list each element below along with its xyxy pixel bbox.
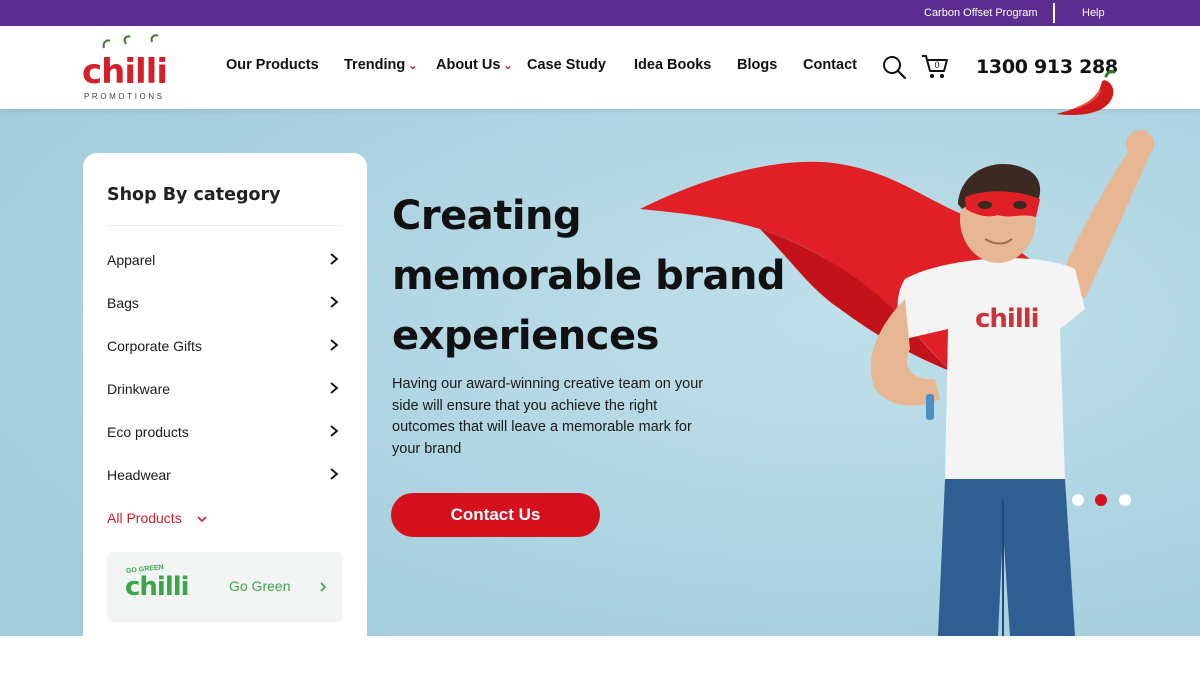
nav-about-us[interactable]: About Us ⌄: [436, 57, 513, 73]
top-utility-bar: Carbon Offset Program Help: [0, 0, 1200, 26]
category-label: Bags: [107, 295, 139, 311]
all-products-toggle[interactable]: All Products: [107, 510, 208, 526]
category-label: Apparel: [107, 252, 156, 268]
sidebar-title: Shop By category: [107, 185, 281, 205]
chevron-right-icon: [320, 582, 327, 592]
category-item-bags[interactable]: Bags: [107, 291, 343, 315]
category-sidebar: Shop By category Apparel Bags Corporate …: [83, 153, 367, 643]
go-green-logo: chilli: [125, 572, 190, 602]
chevron-right-icon: [330, 468, 339, 480]
sidebar-divider: [107, 225, 343, 226]
nav-trending[interactable]: Trending ⌄: [344, 57, 417, 73]
category-label: Corporate Gifts: [107, 338, 202, 354]
search-icon[interactable]: [882, 55, 906, 79]
nav-label: About Us: [436, 57, 501, 73]
category-label: Drinkware: [107, 381, 171, 397]
site-header: chilli PROMOTIONS Our Products Trending ⌄…: [0, 26, 1200, 116]
carousel-dot[interactable]: [1119, 494, 1131, 506]
category-item-apparel[interactable]: Apparel: [107, 248, 343, 272]
chilli-pepper-icon: [1056, 70, 1116, 116]
topbar-divider: [1053, 3, 1055, 23]
chevron-right-icon: [330, 425, 339, 437]
hero-headline-line: memorable brand: [392, 253, 786, 299]
carousel-dot[interactable]: [1072, 494, 1084, 506]
hero-description: Having our award-winning creative team o…: [392, 376, 704, 457]
chevron-right-icon: [330, 296, 339, 308]
contact-us-button[interactable]: Contact Us: [391, 493, 600, 537]
category-item-headwear[interactable]: Headwear: [107, 463, 343, 487]
hero-headline: Creating memorable brand experiences: [392, 186, 812, 366]
chevron-right-icon: [330, 339, 339, 351]
nav-our-products[interactable]: Our Products: [226, 57, 319, 73]
carbon-offset-link[interactable]: Carbon Offset Program: [924, 7, 1038, 19]
carousel-dot[interactable]: [1095, 494, 1107, 506]
chevron-right-icon: [330, 382, 339, 394]
nav-idea-books[interactable]: Idea Books: [634, 57, 711, 73]
chevron-right-icon: [330, 253, 339, 265]
nav-contact[interactable]: Contact: [803, 57, 857, 73]
logo-tagline: PROMOTIONS: [84, 92, 165, 101]
hero-headline-line: experiences: [392, 313, 659, 359]
nav-label: Contact: [803, 57, 857, 73]
nav-blogs[interactable]: Blogs: [737, 57, 777, 73]
go-green-label: Go Green: [229, 578, 291, 594]
category-item-corporate-gifts[interactable]: Corporate Gifts: [107, 334, 343, 358]
chevron-down-icon: ⌄: [503, 60, 513, 72]
nav-label: Blogs: [737, 57, 778, 73]
shirt-logo: chilli: [975, 304, 1040, 334]
hero-headline-line: Creating: [392, 193, 582, 239]
brand-logo[interactable]: chilli PROMOTIONS: [82, 34, 174, 104]
category-label: Headwear: [107, 467, 171, 483]
nav-case-study[interactable]: Case Study: [527, 57, 606, 73]
cart-count-badge: 0: [934, 60, 940, 70]
chevron-down-icon: ⌄: [408, 60, 418, 72]
nav-label: Case Study: [527, 57, 606, 73]
category-label: Eco products: [107, 424, 189, 440]
logo-wordmark: chilli: [82, 52, 168, 92]
nav-label: Our Products: [226, 57, 319, 73]
chevron-down-icon: [197, 516, 207, 523]
nav-label: Idea Books: [634, 57, 712, 73]
all-products-label: All Products: [107, 510, 182, 526]
help-link[interactable]: Help: [1082, 7, 1105, 19]
category-item-drinkware[interactable]: Drinkware: [107, 377, 343, 401]
go-green-banner[interactable]: GO GREEN chilli Go Green: [107, 552, 343, 622]
nav-label: Trending: [344, 57, 406, 73]
category-item-eco-products[interactable]: Eco products: [107, 420, 343, 444]
